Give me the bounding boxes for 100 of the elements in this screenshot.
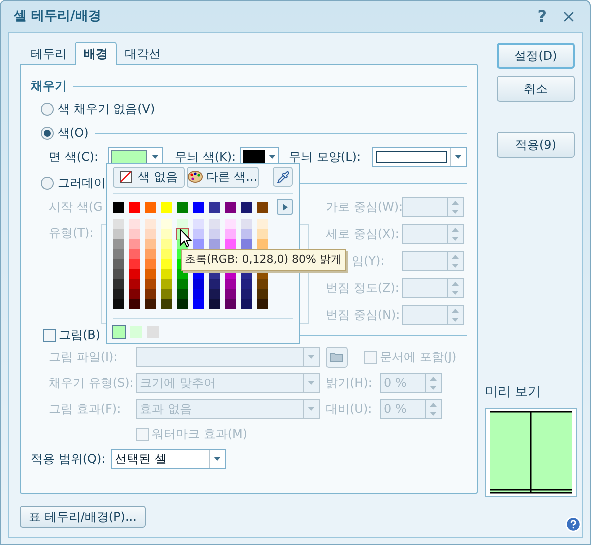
color-swatch[interactable] <box>113 239 124 249</box>
color-swatch[interactable] <box>113 219 124 229</box>
color-swatch[interactable] <box>113 229 124 239</box>
up-arrow-icon[interactable] <box>452 308 459 312</box>
radio-button[interactable]: 색(O) <box>41 124 89 142</box>
color-swatch[interactable] <box>113 299 124 309</box>
color-swatch[interactable] <box>145 202 156 212</box>
color-swatch[interactable] <box>225 219 236 229</box>
color-swatch[interactable] <box>129 249 140 259</box>
color-swatch[interactable] <box>225 279 236 289</box>
color-swatch[interactable] <box>241 279 252 289</box>
recent-color-swatch[interactable] <box>147 326 159 338</box>
tab[interactable]: 대각선 <box>117 44 169 64</box>
color-swatch[interactable] <box>129 289 140 299</box>
color-swatch[interactable] <box>257 299 268 309</box>
color-swatch[interactable] <box>129 279 140 289</box>
up-arrow-icon[interactable] <box>430 402 437 406</box>
color-swatch[interactable] <box>209 202 220 212</box>
color-swatch[interactable] <box>161 202 172 212</box>
color-swatch[interactable] <box>177 289 188 299</box>
color-swatch[interactable] <box>129 259 140 269</box>
color-swatch[interactable] <box>225 299 236 309</box>
color-swatch[interactable] <box>225 289 236 299</box>
pattern-dropdown[interactable] <box>372 147 467 167</box>
down-arrow-icon[interactable] <box>452 264 459 268</box>
color-swatch[interactable] <box>113 269 124 279</box>
up-arrow-icon[interactable] <box>452 254 459 258</box>
no-color-button[interactable]: 색 없음 <box>113 166 185 188</box>
color-swatch[interactable] <box>257 279 268 289</box>
down-arrow-icon[interactable] <box>430 386 437 390</box>
color-swatch[interactable] <box>145 229 156 239</box>
color-swatch[interactable] <box>241 202 252 212</box>
down-arrow-icon[interactable] <box>452 210 459 214</box>
color-swatch[interactable] <box>129 299 140 309</box>
color-swatch[interactable] <box>145 289 156 299</box>
color-swatch[interactable] <box>145 219 156 229</box>
color-swatch[interactable] <box>145 279 156 289</box>
color-swatch[interactable] <box>161 239 172 249</box>
color-swatch[interactable] <box>241 239 252 249</box>
color-swatch[interactable] <box>257 289 268 299</box>
color-swatch[interactable] <box>129 239 140 249</box>
color-swatch[interactable] <box>161 279 172 289</box>
color-swatch[interactable] <box>225 239 236 249</box>
tab[interactable]: 배경 <box>75 42 117 65</box>
color-swatch[interactable] <box>225 229 236 239</box>
color-swatch[interactable] <box>145 259 156 269</box>
help-icon[interactable] <box>565 516 582 533</box>
eyedropper-button[interactable] <box>273 167 293 187</box>
dropdown[interactable] <box>136 347 320 367</box>
color-swatch[interactable] <box>161 229 172 239</box>
color-swatch[interactable] <box>145 249 156 259</box>
color-swatch[interactable] <box>257 219 268 229</box>
dialog-button[interactable]: 설정(D) <box>497 43 575 69</box>
down-arrow-icon[interactable] <box>452 290 459 294</box>
down-arrow-icon[interactable] <box>430 412 437 416</box>
color-swatch[interactable] <box>129 202 140 212</box>
color-swatch[interactable] <box>161 249 172 259</box>
color-swatch[interactable] <box>129 229 140 239</box>
color-swatch[interactable] <box>177 219 188 229</box>
recent-color-swatch[interactable] <box>113 326 125 338</box>
color-swatch[interactable] <box>161 269 172 279</box>
color-swatch[interactable] <box>241 299 252 309</box>
recent-color-swatch[interactable] <box>130 326 142 338</box>
color-swatch[interactable] <box>241 289 252 299</box>
color-swatch[interactable] <box>113 289 124 299</box>
color-swatch[interactable] <box>209 299 220 309</box>
table-border-button[interactable]: 표 테두리/배경(P)... <box>20 506 146 528</box>
color-swatch[interactable] <box>177 202 188 212</box>
more-colors-button[interactable]: 다른 색... <box>187 166 259 188</box>
color-swatch[interactable] <box>129 269 140 279</box>
color-swatch[interactable] <box>177 299 188 309</box>
up-arrow-icon[interactable] <box>452 282 459 286</box>
color-swatch[interactable] <box>193 219 204 229</box>
color-swatch[interactable] <box>257 239 268 249</box>
down-arrow-icon[interactable] <box>452 236 459 240</box>
color-swatch[interactable] <box>193 299 204 309</box>
up-arrow-icon[interactable] <box>452 228 459 232</box>
color-swatch[interactable] <box>257 202 268 212</box>
up-arrow-icon[interactable] <box>430 376 437 380</box>
color-swatch[interactable] <box>241 229 252 239</box>
dialog-button[interactable]: 적용(9) <box>497 132 575 158</box>
tab[interactable]: 테두리 <box>23 44 75 64</box>
more-button[interactable] <box>277 199 293 215</box>
dropdown[interactable]: 선택된 셀 <box>111 449 226 469</box>
color-swatch[interactable] <box>177 279 188 289</box>
up-arrow-icon[interactable] <box>452 200 459 204</box>
color-swatch[interactable] <box>113 249 124 259</box>
color-swatch[interactable] <box>113 202 124 212</box>
color-swatch[interactable] <box>113 279 124 289</box>
color-swatch[interactable] <box>113 259 124 269</box>
color-swatch[interactable] <box>209 219 220 229</box>
dialog-button[interactable]: 취소 <box>497 76 575 102</box>
color-swatch[interactable] <box>145 239 156 249</box>
color-swatch[interactable] <box>145 299 156 309</box>
color-swatch[interactable] <box>161 259 172 269</box>
color-swatch[interactable] <box>209 279 220 289</box>
color-swatch[interactable] <box>193 229 204 239</box>
down-arrow-icon[interactable] <box>452 318 459 322</box>
color-swatch[interactable] <box>129 219 140 229</box>
radio-button[interactable]: 색 채우기 없음(V) <box>41 100 156 118</box>
